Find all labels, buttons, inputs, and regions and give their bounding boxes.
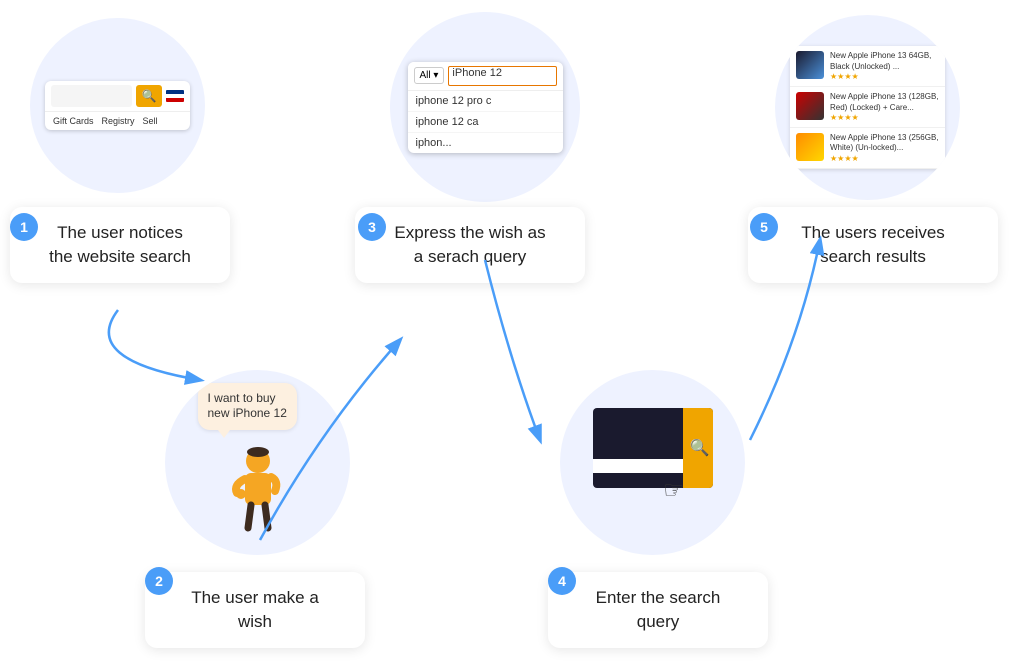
result-img-1 [796, 51, 824, 79]
autocomplete-item-1: iphone 12 pro c [408, 91, 563, 112]
diagram: 🔍 Gift Cards Registry Sell All ▾ iPhone … [0, 0, 1024, 664]
result-item-1: New Apple iPhone 13 64GB, Black (Unlocke… [790, 46, 945, 87]
autocomplete-item-3: iphon... [408, 133, 563, 153]
result-item-3: New Apple iPhone 13 (256GB, White) (Un-l… [790, 128, 945, 169]
result-item-2: New Apple iPhone 13 (128GB, Red) (Locked… [790, 87, 945, 128]
results-mockup: New Apple iPhone 13 64GB, Black (Unlocke… [790, 46, 945, 168]
result-img-3 [796, 133, 824, 161]
step-badge-1: 1 [10, 213, 38, 241]
autocomplete-mockup: All ▾ iPhone 12 iphone 12 pro c iphone 1… [408, 62, 563, 153]
circle-autocomplete: All ▾ iPhone 12 iphone 12 pro c iphone 1… [390, 12, 580, 202]
text-box-step4: Enter the search query [548, 572, 768, 648]
autocomplete-item-2: iphone 12 ca [408, 112, 563, 133]
step-badge-3: 3 [358, 213, 386, 241]
arrow-4-to-5 [640, 190, 860, 480]
search-input-field: iPhone 12 [448, 66, 556, 86]
text-box-step2: The user make a wish [145, 572, 365, 648]
arrow-3-to-4 [420, 200, 640, 480]
all-dropdown: All ▾ [414, 67, 445, 84]
step-badge-5: 5 [750, 213, 778, 241]
circle-results: New Apple iPhone 13 64GB, Black (Unlocke… [775, 15, 960, 200]
step-badge-2: 2 [145, 567, 173, 595]
result-img-2 [796, 92, 824, 120]
step-badge-4: 4 [548, 567, 576, 595]
